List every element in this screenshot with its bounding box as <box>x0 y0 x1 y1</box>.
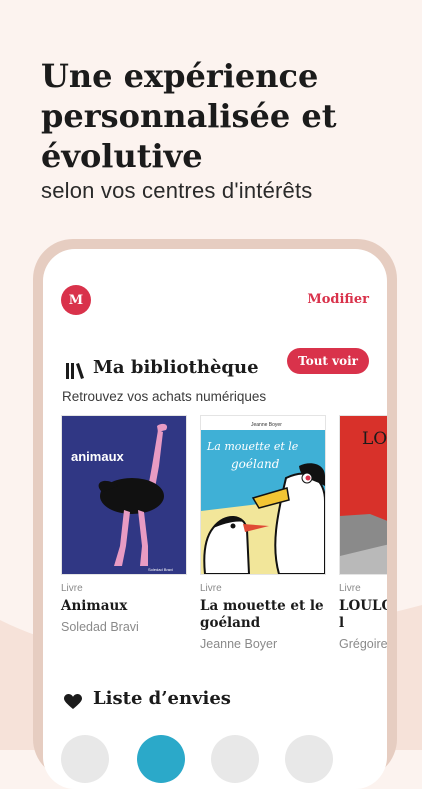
hero-subtitle: selon vos centres d'intérêts <box>41 178 313 203</box>
wishlist-item[interactable] <box>61 735 109 783</box>
phone-frame: M Modifier Ma bibliothèque Tout voir Ret… <box>33 239 397 789</box>
book-cover-animaux[interactable]: animaux Soledad Bravi <box>61 415 187 575</box>
library-title: Ma bibliothèque <box>93 357 259 378</box>
cover-title-mouette-line1: La mouette et le <box>206 440 299 453</box>
cover-caption-mouette: Jeanne Boyer <box>251 422 282 428</box>
book-title[interactable]: La mouette et le goéland <box>200 598 326 632</box>
book-author: Grégoire <box>339 637 387 651</box>
book-author: Soledad Bravi <box>61 620 139 634</box>
mouette-cover-illustration: Jeanne Boyer La mouette et le goéland <box>201 416 325 574</box>
cover-caption-animaux: Soledad Bravi <box>148 567 173 572</box>
cover-title-mouette-line2: goéland <box>231 457 280 471</box>
book-cover-mouette[interactable]: Jeanne Boyer La mouette et le goéland <box>200 415 326 575</box>
hero-title: Une expérience personnalisée et évolutiv… <box>41 57 337 175</box>
avatar-letter: M <box>68 292 84 308</box>
wishlist-item[interactable] <box>137 735 185 783</box>
wishlist-title: Liste d’envies <box>93 688 231 709</box>
book-cover-loulou[interactable]: LOU <box>339 415 387 575</box>
animaux-cover-illustration: animaux Soledad Bravi <box>62 416 186 574</box>
book-author: Jeanne Boyer <box>200 637 278 651</box>
loulou-cover-illustration: LOU <box>340 416 387 574</box>
cover-title-animaux: animaux <box>71 449 125 464</box>
edit-button[interactable]: Modifier <box>307 292 369 307</box>
wishlist-item[interactable] <box>211 735 259 783</box>
book-type: Livre <box>61 583 83 594</box>
library-subtitle: Retrouvez vos achats numériques <box>62 389 267 404</box>
avatar[interactable]: M <box>61 285 91 315</box>
book-card-loulou[interactable]: LOU Livre LOULOU que le l Grégoire <box>339 415 387 651</box>
cover-title-loulou: LOU <box>362 429 387 449</box>
book-title[interactable]: LOULOU que le l <box>339 598 387 632</box>
book-title[interactable]: Animaux <box>61 598 187 615</box>
library-icon <box>66 363 84 379</box>
phone-screen: M Modifier Ma bibliothèque Tout voir Ret… <box>43 249 387 789</box>
book-card-animaux[interactable]: animaux Soledad Bravi Livre Animaux Sole… <box>61 415 187 634</box>
see-all-button[interactable]: Tout voir <box>287 348 369 374</box>
wishlist-item[interactable] <box>285 735 333 783</box>
heart-icon <box>64 694 82 709</box>
book-type: Livre <box>339 583 361 594</box>
book-type: Livre <box>200 583 222 594</box>
book-card-mouette[interactable]: Jeanne Boyer La mouette et le goéland Li… <box>200 415 326 651</box>
